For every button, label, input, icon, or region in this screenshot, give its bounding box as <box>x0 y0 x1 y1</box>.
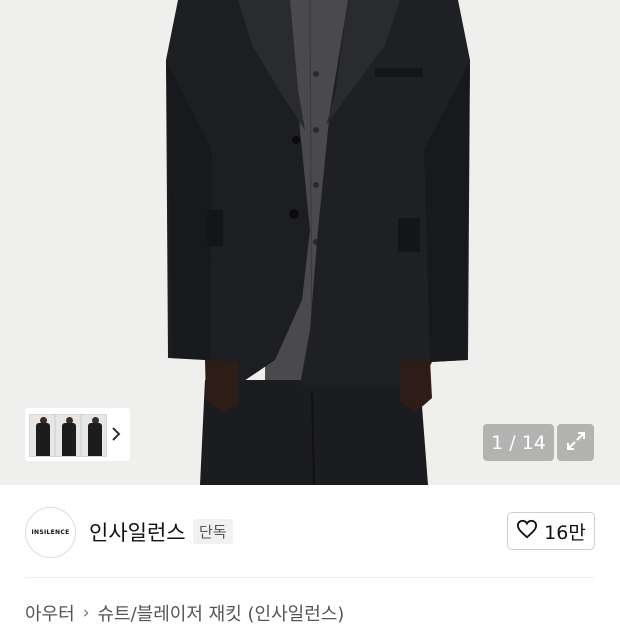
breadcrumb-item-subcategory[interactable]: 슈트/블레이저 재킷 (인사일런스) <box>98 600 345 626</box>
heart-outline-icon <box>516 519 538 544</box>
brand-logo-text: INSILENCE <box>31 529 70 536</box>
like-button[interactable]: 16만 <box>507 512 595 550</box>
thumbnail-list <box>29 412 107 457</box>
divider <box>25 577 595 578</box>
exclusive-badge: 단독 <box>193 519 233 544</box>
image-counter: 1 / 14 <box>483 424 554 461</box>
thumbnail-1[interactable] <box>29 414 55 457</box>
thumbnail-3[interactable] <box>81 414 107 457</box>
thumbnail-strip[interactable] <box>25 408 130 461</box>
product-image-gallery[interactable]: 1 / 14 <box>0 0 620 485</box>
breadcrumb: 아우터 › 슈트/블레이저 재킷 (인사일런스) <box>25 600 344 626</box>
brand-logo[interactable]: INSILENCE <box>25 507 76 558</box>
chevron-right-icon[interactable] <box>108 424 124 444</box>
breadcrumb-item-category[interactable]: 아우터 <box>25 600 75 626</box>
brand-row: INSILENCE 인사일런스 단독 16만 <box>0 485 620 577</box>
expand-arrows-icon <box>565 430 587 456</box>
chevron-right-icon: › <box>82 603 90 623</box>
thumbnail-2[interactable] <box>55 414 81 457</box>
like-count: 16만 <box>544 521 586 544</box>
brand-name[interactable]: 인사일런스 <box>89 517 186 547</box>
expand-button[interactable] <box>557 424 594 461</box>
